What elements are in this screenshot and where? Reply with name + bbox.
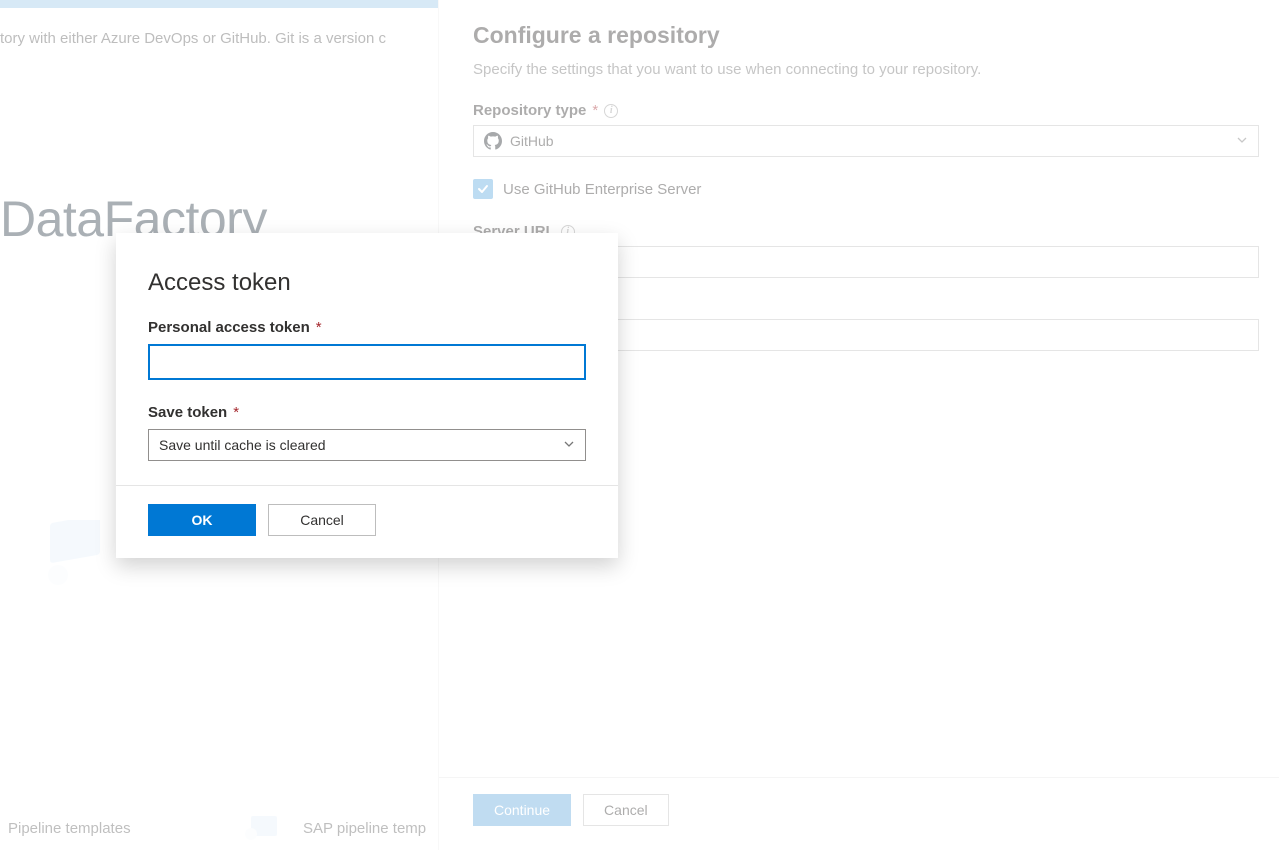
required-star: *: [316, 319, 322, 336]
panel-subtitle: Specify the settings that you want to us…: [473, 61, 1259, 78]
use-ghes-checkbox-row[interactable]: Use GitHub Enterprise Server: [473, 179, 1259, 199]
panel-title: Configure a repository: [473, 22, 1259, 49]
repository-type-label-text: Repository type: [473, 102, 586, 119]
save-token-value: Save until cache is cleared: [159, 437, 326, 453]
continue-button[interactable]: Continue: [473, 794, 571, 826]
bg-card-illustration: [40, 520, 120, 590]
required-star: *: [233, 404, 239, 421]
checkbox-checked[interactable]: [473, 179, 493, 199]
repository-type-select[interactable]: GitHub: [473, 125, 1259, 157]
repository-type-label: Repository type * i: [473, 102, 1259, 119]
save-token-label: Save token *: [148, 404, 586, 421]
save-token-label-text: Save token: [148, 404, 227, 421]
dialog-title: Access token: [148, 269, 586, 297]
repository-type-value: GitHub: [510, 133, 554, 149]
github-icon: [484, 132, 502, 150]
sap-pipeline-templates-label: SAP pipeline temp: [303, 820, 426, 837]
pipeline-templates-label: Pipeline templates: [8, 820, 131, 837]
dialog-footer: OK Cancel: [116, 485, 618, 558]
save-token-select[interactable]: Save until cache is cleared: [148, 429, 586, 461]
chevron-down-icon: [563, 437, 575, 453]
ok-button[interactable]: OK: [148, 504, 256, 536]
cancel-button[interactable]: Cancel: [583, 794, 669, 826]
bg-description-text: tory with either Azure DevOps or GitHub.…: [0, 30, 386, 47]
info-icon[interactable]: i: [604, 104, 618, 118]
required-star: *: [592, 102, 598, 119]
chevron-down-icon: [1236, 133, 1248, 149]
personal-access-token-input[interactable]: [148, 344, 586, 380]
panel-footer: Continue Cancel: [439, 777, 1279, 850]
personal-access-token-label: Personal access token *: [148, 319, 586, 336]
personal-access-token-label-text: Personal access token: [148, 319, 310, 336]
access-token-dialog: Access token Personal access token * Sav…: [116, 233, 618, 558]
bg-small-illustration: [243, 812, 283, 842]
cancel-button[interactable]: Cancel: [268, 504, 376, 536]
use-ghes-label: Use GitHub Enterprise Server: [503, 181, 701, 198]
